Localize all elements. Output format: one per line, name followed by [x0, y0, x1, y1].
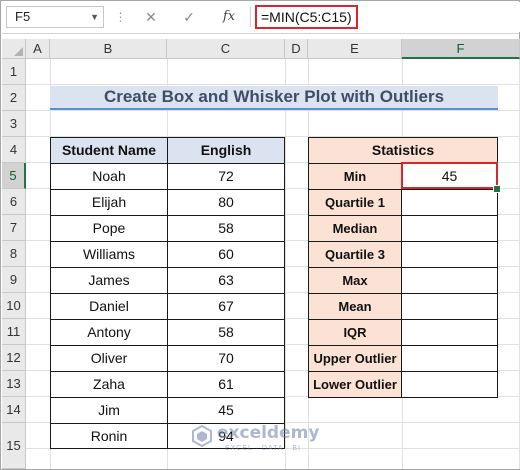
selected-cell-f5[interactable] — [401, 162, 498, 189]
header-english[interactable]: English — [167, 137, 285, 164]
english-score-cell[interactable]: 58 — [167, 319, 285, 346]
row-header-10[interactable]: 10 — [2, 293, 26, 319]
row-header-11[interactable]: 11 — [2, 319, 26, 345]
row-header-14[interactable]: 14 — [2, 397, 26, 423]
student-name-cell[interactable]: Pope — [50, 215, 168, 242]
student-name-cell[interactable]: Ronin — [50, 423, 168, 449]
formula-bar-divider — [2, 33, 519, 34]
watermark-tagline: EXCEL · DATA · BI — [225, 445, 301, 452]
drag-handle-icon[interactable]: ⋮ — [112, 8, 128, 26]
row-header-4[interactable]: 4 — [2, 137, 26, 163]
row-header-8[interactable]: 8 — [2, 241, 26, 267]
fill-handle[interactable] — [493, 185, 501, 193]
watermark: exceldemy EXCEL · DATA · BI — [191, 419, 341, 459]
english-score-cell[interactable]: 70 — [167, 345, 285, 372]
column-header-f[interactable]: F — [402, 39, 520, 59]
statistics-value-cell[interactable] — [401, 371, 498, 398]
row-header-9[interactable]: 9 — [2, 267, 26, 293]
name-box[interactable]: F5 ▼ — [6, 6, 104, 28]
row-header-3[interactable]: 3 — [2, 111, 26, 137]
statistics-label-cell[interactable]: Min — [308, 163, 402, 190]
formula-bar: F5 ▼ ⋮ ✕ ✓ fx =MIN(C5:C15) — [2, 2, 520, 32]
row-header-13[interactable]: 13 — [2, 371, 26, 397]
formula-divider — [250, 7, 251, 27]
watermark-name: exceldemy — [217, 423, 320, 443]
student-name-cell[interactable]: Zaha — [50, 371, 168, 398]
statistics-label-cell[interactable]: IQR — [308, 319, 402, 346]
column-header-b[interactable]: B — [50, 39, 167, 59]
statistics-value-cell[interactable] — [401, 189, 498, 216]
english-score-cell[interactable]: 63 — [167, 267, 285, 294]
student-name-cell[interactable]: Jim — [50, 397, 168, 424]
insert-function-icon[interactable]: fx — [218, 7, 240, 27]
english-score-cell[interactable]: 67 — [167, 293, 285, 320]
statistics-value-cell[interactable] — [401, 241, 498, 268]
header-statistics[interactable]: Statistics — [308, 137, 498, 164]
statistics-label-cell[interactable]: Upper Outlier — [308, 345, 402, 372]
excel-window: F5 ▼ ⋮ ✕ ✓ fx =MIN(C5:C15) A B C D E F 1… — [0, 0, 520, 470]
student-name-cell[interactable]: Elijah — [50, 189, 168, 216]
statistics-value-cell[interactable] — [401, 267, 498, 294]
row-header-6[interactable]: 6 — [2, 189, 26, 215]
column-header-a[interactable]: A — [26, 39, 50, 59]
english-score-cell[interactable]: 72 — [167, 163, 285, 190]
student-name-cell[interactable]: Antony — [50, 319, 168, 346]
column-header-d[interactable]: D — [285, 39, 308, 59]
statistics-label-cell[interactable]: Quartile 3 — [308, 241, 402, 268]
english-score-cell[interactable]: 80 — [167, 189, 285, 216]
student-name-cell[interactable]: Noah — [50, 163, 168, 190]
statistics-label-cell[interactable]: Lower Outlier — [308, 371, 402, 398]
statistics-label-cell[interactable]: Mean — [308, 293, 402, 320]
english-score-cell[interactable]: 58 — [167, 215, 285, 242]
column-header-e[interactable]: E — [308, 39, 402, 59]
statistics-value-cell[interactable] — [401, 345, 498, 372]
exceldemy-logo-icon — [192, 425, 212, 447]
statistics-label-cell[interactable]: Max — [308, 267, 402, 294]
student-name-cell[interactable]: Williams — [50, 241, 168, 268]
cancel-icon[interactable]: ✕ — [140, 7, 162, 27]
header-student-name[interactable]: Student Name — [50, 137, 168, 164]
select-all-button[interactable] — [2, 39, 26, 59]
enter-icon[interactable]: ✓ — [178, 7, 200, 27]
chevron-down-icon[interactable]: ▼ — [90, 7, 99, 27]
name-box-value: F5 — [15, 9, 31, 24]
statistics-value-cell[interactable] — [401, 293, 498, 320]
english-score-cell[interactable]: 60 — [167, 241, 285, 268]
row-header-7[interactable]: 7 — [2, 215, 26, 241]
row-header-2[interactable]: 2 — [2, 85, 26, 111]
row-header-15[interactable]: 15 — [2, 423, 26, 469]
statistics-value-cell[interactable] — [401, 215, 498, 242]
student-name-cell[interactable]: Oliver — [50, 345, 168, 372]
statistics-value-cell[interactable] — [401, 319, 498, 346]
formula-input[interactable]: =MIN(C5:C15) — [255, 5, 358, 29]
column-header-c[interactable]: C — [167, 39, 285, 59]
student-name-cell[interactable]: James — [50, 267, 168, 294]
row-header-1[interactable]: 1 — [2, 59, 26, 85]
student-name-cell[interactable]: Daniel — [50, 293, 168, 320]
row-header-12[interactable]: 12 — [2, 345, 26, 371]
row-header-5[interactable]: 5 — [2, 163, 26, 189]
statistics-label-cell[interactable]: Median — [308, 215, 402, 242]
english-score-cell[interactable]: 61 — [167, 371, 285, 398]
sheet-title[interactable]: Create Box and Whisker Plot with Outlier… — [50, 86, 498, 110]
statistics-label-cell[interactable]: Quartile 1 — [308, 189, 402, 216]
